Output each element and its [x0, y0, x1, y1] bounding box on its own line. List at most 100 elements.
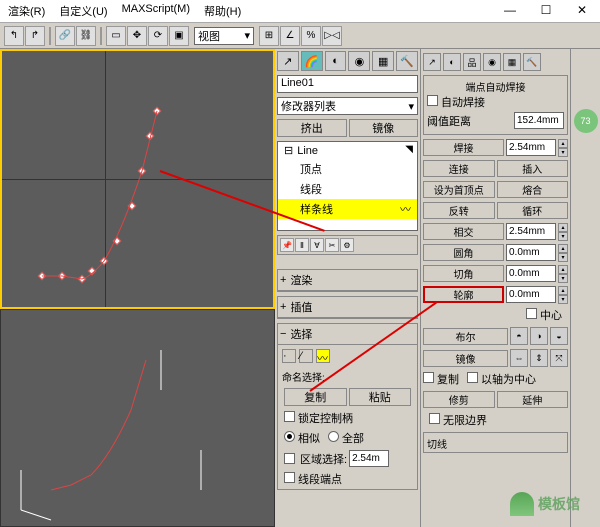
insert-button[interactable]: 插入	[497, 160, 569, 177]
bool-union-icon[interactable]: ◓	[510, 327, 528, 345]
copy-checkbox[interactable]	[423, 372, 434, 383]
mirror-button[interactable]: 镜像	[349, 119, 419, 137]
watermark-text: 模板馆	[538, 494, 580, 514]
sub-spline-icon[interactable]: 〰	[316, 349, 330, 363]
fillet-spinner[interactable]: ▴▾	[558, 244, 568, 261]
modifier-list-dropdown[interactable]: 修改器列表▾	[277, 97, 418, 115]
tool-unlink-button[interactable]: ⛓	[76, 26, 96, 46]
rollout-render[interactable]: +渲染	[277, 269, 418, 292]
weld-value[interactable]: 2.54mm	[506, 139, 556, 156]
tool-link-button[interactable]: 🔗	[55, 26, 75, 46]
auto-weld-checkbox[interactable]	[427, 95, 438, 106]
first-vertex-button[interactable]: 设为首顶点	[423, 181, 495, 198]
tree-spline[interactable]: 样条线 〰	[278, 199, 417, 219]
area-value[interactable]: 2.54m	[349, 450, 389, 467]
remove-icon[interactable]: ✂	[325, 238, 339, 252]
tool-move-button[interactable]: ✥	[127, 26, 147, 46]
outline-button[interactable]: 轮廓	[423, 286, 504, 303]
tree-vertex[interactable]: 顶点	[278, 159, 417, 179]
hierarchy-tab-icon[interactable]: ◐	[325, 51, 347, 71]
rollout-interpolation[interactable]: +插值	[277, 296, 418, 319]
lock-handles-checkbox[interactable]	[284, 411, 295, 422]
menu-maxscript[interactable]: MAXScript(M)	[122, 3, 190, 19]
chamfer-button[interactable]: 切角	[423, 265, 504, 282]
cross-value[interactable]: 2.54mm	[506, 223, 556, 240]
mirror-h-icon[interactable]: ⇔	[510, 349, 528, 367]
hier-icon[interactable]: 品	[463, 53, 481, 71]
threshold-value[interactable]: 152.4mm	[514, 112, 564, 129]
modify-tab-icon[interactable]: 🌈	[301, 51, 323, 71]
reverse-button[interactable]: 反转	[423, 202, 495, 219]
area-select-checkbox[interactable]	[284, 453, 295, 464]
weld-button[interactable]: 焊接	[423, 139, 504, 156]
menu-render[interactable]: 渲染(R)	[8, 3, 45, 19]
tool-undo-button[interactable]: ↰	[4, 26, 24, 46]
infinite-checkbox[interactable]	[429, 413, 440, 424]
trim-button[interactable]: 修剪	[423, 391, 495, 408]
util-icon[interactable]: 🔨	[523, 53, 541, 71]
cross-button[interactable]: 相交	[423, 223, 504, 240]
mirror-geo-button[interactable]: 镜像	[423, 350, 508, 367]
menu-custom[interactable]: 自定义(U)	[59, 3, 107, 19]
viewport-dropdown[interactable]: 视图▾	[194, 27, 254, 45]
copy-selection-button[interactable]: 复制	[284, 388, 347, 406]
tool-select-button[interactable]: ▭	[106, 26, 126, 46]
segment-end-checkbox[interactable]	[284, 472, 295, 483]
tree-segment[interactable]: 线段	[278, 179, 417, 199]
show-end-icon[interactable]: Ⅱ	[295, 238, 309, 252]
fillet-button[interactable]: 圆角	[423, 244, 504, 261]
outline-spinner[interactable]: ▴▾	[558, 286, 568, 303]
bool-int-icon[interactable]: ◒	[550, 327, 568, 345]
tool-mirror-button[interactable]: ▷◁	[322, 26, 342, 46]
extend-button[interactable]: 延伸	[497, 391, 569, 408]
outline-value[interactable]: 0.0mm	[506, 286, 556, 303]
center-checkbox[interactable]	[526, 308, 537, 319]
tool-angle-button[interactable]: ∠	[280, 26, 300, 46]
similar-radio[interactable]	[284, 431, 295, 442]
cross-spinner[interactable]: ▴▾	[558, 223, 568, 240]
pin-stack-icon[interactable]: 📌	[280, 238, 294, 252]
chamfer-spinner[interactable]: ▴▾	[558, 265, 568, 282]
close-button[interactable]: ✕	[564, 0, 600, 20]
tree-root-line[interactable]: ⊟Line	[278, 142, 417, 159]
modifier-stack[interactable]: ◥ ⊟Line 顶点 线段 样条线 〰	[277, 141, 418, 231]
motion-icon[interactable]: ◉	[483, 53, 501, 71]
boolean-button[interactable]: 布尔	[423, 328, 508, 345]
weld-spinner[interactable]: ▴▾	[558, 139, 568, 156]
modify-icon[interactable]: ◐	[443, 53, 461, 71]
unique-icon[interactable]: ∀	[310, 238, 324, 252]
menu-help[interactable]: 帮助(H)	[204, 3, 241, 19]
create-tab-icon[interactable]: ↗	[277, 51, 299, 71]
chamfer-value[interactable]: 0.0mm	[506, 265, 556, 282]
config-icon[interactable]: ⚙	[340, 238, 354, 252]
all-radio[interactable]	[328, 431, 339, 442]
fillet-value[interactable]: 0.0mm	[506, 244, 556, 261]
paste-selection-button[interactable]: 粘贴	[349, 388, 412, 406]
display-tab-icon[interactable]: ▦	[372, 51, 394, 71]
utilities-tab-icon[interactable]: 🔨	[396, 51, 418, 71]
main-toolbar: ↰ ↱ 🔗 ⛓ ▭ ✥ ⟳ ▣ 视图▾ ⊞ ∠ % ▷◁	[0, 23, 600, 49]
minimize-button[interactable]: —	[492, 0, 528, 20]
viewport-top[interactable]	[0, 49, 275, 309]
maximize-button[interactable]: ☐	[528, 0, 564, 20]
display-icon[interactable]: ▦	[503, 53, 521, 71]
create-icon[interactable]: ↗	[423, 53, 441, 71]
connect-button[interactable]: 连接	[423, 160, 495, 177]
sub-segment-icon[interactable]: ⁄	[299, 349, 313, 363]
sub-vertex-icon[interactable]: ·	[282, 349, 296, 363]
fuse-button[interactable]: 熔合	[497, 181, 569, 198]
mirror-v-icon[interactable]: ⇕	[530, 349, 548, 367]
tool-redo-button[interactable]: ↱	[25, 26, 45, 46]
cycle-button[interactable]: 循环	[497, 202, 569, 219]
mirror-both-icon[interactable]: ⤧	[550, 349, 568, 367]
motion-tab-icon[interactable]: ◉	[348, 51, 370, 71]
tool-snap-button[interactable]: ⊞	[259, 26, 279, 46]
tool-scale-button[interactable]: ▣	[169, 26, 189, 46]
tool-rotate-button[interactable]: ⟳	[148, 26, 168, 46]
viewport-bottom[interactable]	[0, 309, 275, 527]
bool-sub-icon[interactable]: ◑	[530, 327, 548, 345]
axis-center-checkbox[interactable]	[467, 372, 478, 383]
extrude-button[interactable]: 挤出	[277, 119, 347, 137]
object-name-input[interactable]: Line01	[277, 75, 418, 93]
tool-percent-button[interactable]: %	[301, 26, 321, 46]
